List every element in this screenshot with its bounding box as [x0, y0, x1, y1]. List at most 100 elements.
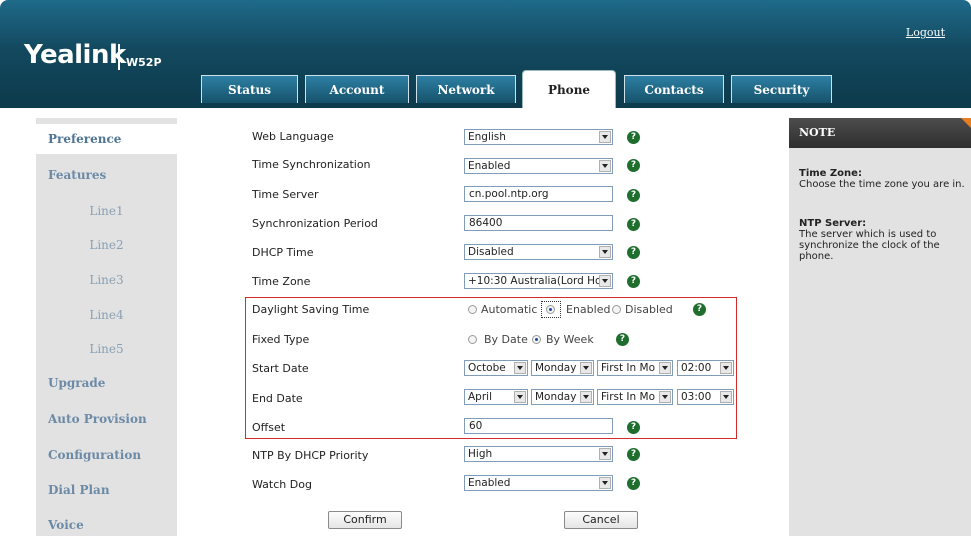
help-icon[interactable]: ?: [627, 477, 640, 490]
end-date-label: End Date: [252, 392, 303, 405]
end-day-select[interactable]: Monday: [531, 389, 594, 405]
model-label: W52P: [126, 56, 162, 69]
logo-separator: [118, 44, 120, 70]
web-language-select[interactable]: English: [464, 129, 613, 145]
end-time-select[interactable]: 03:00: [677, 389, 734, 405]
by-date-radio[interactable]: [468, 335, 477, 344]
watch-dog-select[interactable]: Enabled: [464, 475, 613, 491]
help-icon[interactable]: ?: [627, 275, 640, 288]
end-week-select[interactable]: First In Mo: [597, 389, 673, 405]
help-icon[interactable]: ?: [627, 448, 640, 461]
help-icon[interactable]: ?: [627, 421, 640, 434]
time-sync-select[interactable]: Enabled: [464, 158, 613, 174]
dst-automatic-radio[interactable]: [468, 305, 477, 314]
confirm-button[interactable]: Confirm: [328, 511, 402, 529]
dst-automatic-label: Automatic: [481, 303, 538, 316]
fixed-type-label: Fixed Type: [252, 333, 310, 346]
time-sync-label: Time Synchronization: [252, 158, 371, 171]
tab-account[interactable]: Account: [305, 75, 409, 103]
nav-dial-plan[interactable]: Dial Plan: [36, 483, 177, 497]
logout-link[interactable]: Logout: [906, 26, 945, 39]
watch-dog-value: Enabled: [468, 477, 511, 489]
chevron-down-icon: [659, 391, 671, 403]
by-date-label: By Date: [484, 333, 528, 346]
end-month-select[interactable]: April: [464, 389, 528, 405]
watch-dog-label: Watch Dog: [252, 478, 312, 491]
time-zone-select[interactable]: +10:30 Australia(Lord Ho: [464, 273, 613, 289]
help-icon[interactable]: ?: [627, 246, 640, 259]
note-ntp-text: The server which is used to synchronize …: [799, 229, 940, 262]
help-icon[interactable]: ?: [616, 333, 629, 346]
start-month-select[interactable]: Octobe: [464, 360, 528, 376]
end-month-value: April: [468, 391, 492, 403]
tab-contacts[interactable]: Contacts: [624, 75, 724, 103]
help-icon[interactable]: ?: [693, 303, 706, 316]
tab-status[interactable]: Status: [201, 75, 298, 103]
tab-phone[interactable]: Phone: [522, 70, 616, 108]
dhcp-time-select[interactable]: Disabled: [464, 244, 613, 260]
corner-fold-icon: [961, 118, 971, 128]
note-tz-text: Choose the time zone you are in.: [799, 179, 965, 190]
chevron-down-icon: [659, 362, 671, 374]
offset-input[interactable]: 60: [464, 418, 613, 434]
chevron-down-icon: [720, 391, 732, 403]
web-language-label: Web Language: [252, 130, 334, 143]
time-zone-value: +10:30 Australia(Lord Ho: [468, 275, 602, 287]
nav-line4[interactable]: Line4: [36, 308, 177, 322]
time-server-input[interactable]: cn.pool.ntp.org: [464, 186, 613, 202]
nav-line5[interactable]: Line5: [36, 342, 177, 356]
chevron-down-icon: [720, 362, 732, 374]
start-time-select[interactable]: 02:00: [677, 360, 734, 376]
note-heading: NOTE: [789, 118, 971, 148]
ntp-priority-value: High: [468, 448, 493, 460]
start-week-select[interactable]: First In Mo: [597, 360, 673, 376]
nav-line1[interactable]: Line1: [36, 204, 177, 218]
dst-disabled-radio[interactable]: [612, 305, 621, 314]
nav-auto-provision[interactable]: Auto Provision: [36, 412, 177, 426]
start-date-label: Start Date: [252, 362, 309, 375]
dst-label: Daylight Saving Time: [252, 303, 370, 316]
note-tz-title: Time Zone:: [799, 168, 862, 179]
chevron-down-icon: [599, 131, 611, 143]
ntp-priority-select[interactable]: High: [464, 446, 613, 462]
nav-line3[interactable]: Line3: [36, 273, 177, 287]
sub-bar: [0, 108, 971, 116]
header-bar: Yealink W52P Logout Status Account Netwo…: [0, 0, 971, 108]
nav-line2[interactable]: Line2: [36, 238, 177, 252]
left-nav: Preference Features Line1 Line2 Line3 Li…: [36, 118, 177, 536]
nav-features[interactable]: Features: [36, 168, 177, 182]
chevron-down-icon: [599, 448, 611, 460]
nav-upgrade[interactable]: Upgrade: [36, 376, 177, 390]
chevron-down-icon: [514, 391, 526, 403]
web-ui-frame: Yealink W52P Logout Status Account Netwo…: [0, 0, 971, 536]
dhcp-time-label: DHCP Time: [252, 246, 314, 259]
cancel-button[interactable]: Cancel: [564, 511, 638, 529]
sync-period-input[interactable]: 86400: [464, 215, 613, 231]
time-server-label: Time Server: [252, 188, 319, 201]
start-week-value: First In Mo: [601, 362, 656, 374]
by-week-label: By Week: [546, 333, 594, 346]
start-time-value: 02:00: [681, 362, 712, 374]
web-language-value: English: [468, 131, 506, 143]
start-month-value: Octobe: [468, 362, 506, 374]
dst-enabled-label: Enabled: [566, 303, 611, 316]
dst-enabled-radio[interactable]: [546, 305, 555, 314]
nav-preference[interactable]: Preference: [36, 124, 177, 154]
end-week-value: First In Mo: [601, 391, 656, 403]
tab-security[interactable]: Security: [731, 75, 832, 103]
brand-logo: Yealink: [24, 40, 126, 70]
chevron-down-icon: [599, 160, 611, 172]
chevron-down-icon: [599, 477, 611, 489]
help-icon[interactable]: ?: [627, 159, 640, 172]
chevron-down-icon: [580, 391, 592, 403]
nav-configuration[interactable]: Configuration: [36, 448, 177, 462]
by-week-radio[interactable]: [532, 335, 541, 344]
nav-voice[interactable]: Voice: [36, 518, 177, 532]
start-day-value: Monday: [535, 362, 577, 374]
start-day-select[interactable]: Monday: [531, 360, 594, 376]
help-icon[interactable]: ?: [627, 189, 640, 202]
help-icon[interactable]: ?: [627, 131, 640, 144]
end-time-value: 03:00: [681, 391, 712, 403]
help-icon[interactable]: ?: [627, 218, 640, 231]
tab-network[interactable]: Network: [416, 75, 516, 103]
